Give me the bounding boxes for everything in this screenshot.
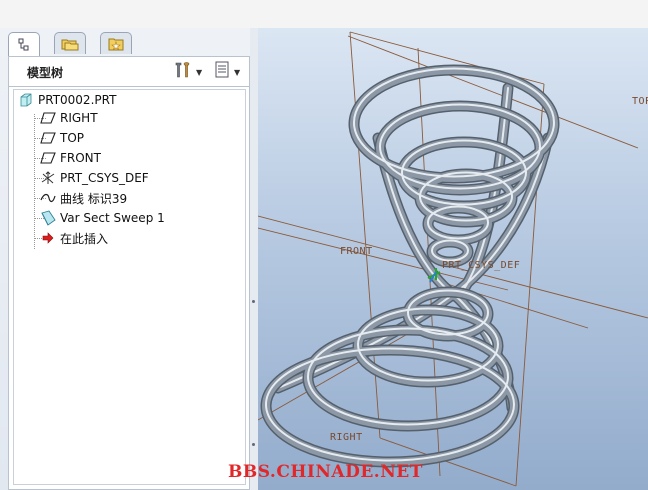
tree-node-label: 在此插入	[60, 231, 109, 246]
splitter-grip	[252, 443, 255, 446]
favorites-tab[interactable]	[100, 32, 132, 54]
var-sect-sweep-icon	[40, 210, 56, 226]
datum-plane-icon	[40, 151, 56, 165]
tree-item-top[interactable]: TOP	[40, 128, 84, 148]
tree-item-front[interactable]: FRONT	[40, 148, 101, 168]
favorites-tab-icon	[108, 37, 124, 51]
panel-splitter[interactable]	[250, 28, 258, 490]
tree-root-part[interactable]: PRT0002.PRT	[18, 90, 116, 110]
folder-browser-tab-icon	[61, 37, 79, 51]
tree-guide-line	[34, 114, 35, 249]
tree-node-label: 曲线 标识39	[60, 191, 128, 206]
datum-label-front: FRONT	[340, 246, 373, 257]
model-tree-tab-icon	[17, 38, 31, 52]
tree-item-right[interactable]: RIGHT	[40, 108, 98, 128]
datum-plane-icon	[40, 131, 56, 145]
navigator-panel: 模型树 ▼ ▼ PRT0002.PRT RIGHT TOP FRONT PRT_…	[0, 28, 258, 490]
datum-label-right: RIGHT	[330, 432, 363, 443]
model-tree-header: 模型树 ▼ ▼	[8, 56, 250, 86]
tree-item-curve[interactable]: 曲线 标识39	[40, 188, 127, 208]
tree-item-var-sect-sweep[interactable]: Var Sect Sweep 1	[40, 208, 165, 228]
tree-node-label: PRT_CSYS_DEF	[60, 171, 149, 185]
tree-node-label: PRT0002.PRT	[38, 93, 117, 107]
tree-settings-button[interactable]: ▼	[213, 61, 247, 83]
model-tree: PRT0002.PRT RIGHT TOP FRONT PRT_CSYS_DEF…	[8, 86, 250, 490]
tree-item-insert-here[interactable]: 在此插入	[40, 228, 108, 248]
coordinate-system-icon	[40, 171, 56, 185]
splitter-grip	[252, 300, 255, 303]
tree-tools-button[interactable]: ▼	[173, 62, 207, 82]
datum-plane-icon	[40, 111, 56, 125]
top-toolbar-strip	[0, 0, 648, 29]
model-tree-title: 模型树	[27, 66, 64, 80]
tree-node-label: RIGHT	[60, 111, 98, 125]
tree-node-label: TOP	[60, 131, 85, 145]
sweep-ring-highlight	[265, 347, 515, 462]
model-scene	[258, 31, 648, 487]
insert-here-arrow-icon	[40, 231, 56, 245]
curve-icon	[40, 191, 56, 205]
watermark: BBS.CHINADE.NET	[228, 462, 423, 482]
graphics-viewport[interactable]: FRONT TOP RIGHT PRT_CSYS_DEF	[258, 28, 648, 490]
tree-settings-icon	[213, 61, 231, 83]
model-tree-tab[interactable]	[8, 32, 40, 56]
datum-label-top: TOP	[632, 96, 648, 107]
datum-plane-edge	[427, 277, 589, 329]
tree-item-csys[interactable]: PRT_CSYS_DEF	[40, 168, 149, 188]
datum-label-csys: PRT_CSYS_DEF	[442, 260, 521, 271]
part-icon	[18, 93, 34, 107]
tree-tools-icon	[173, 61, 193, 83]
model-tree-list: PRT0002.PRT RIGHT TOP FRONT PRT_CSYS_DEF…	[13, 89, 246, 485]
tree-node-label: Var Sect Sweep 1	[60, 211, 165, 225]
folder-browser-tab[interactable]	[54, 32, 86, 54]
chevron-down-icon: ▼	[234, 67, 241, 77]
chevron-down-icon: ▼	[196, 67, 203, 77]
tree-node-label: FRONT	[60, 151, 101, 165]
